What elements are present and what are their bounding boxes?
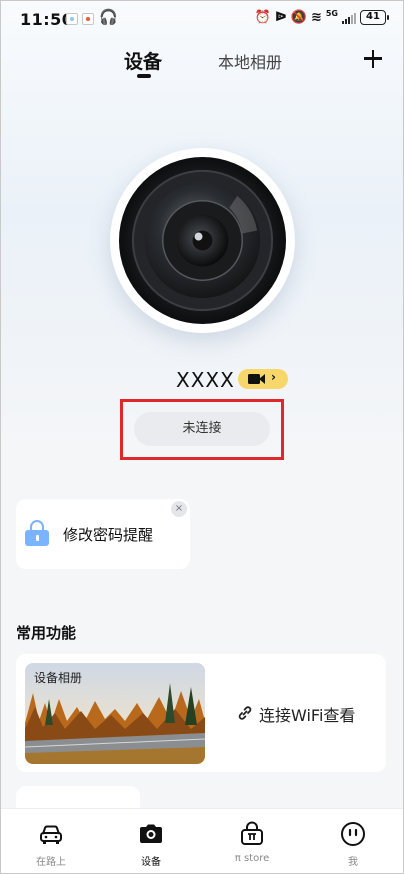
notification-icon — [82, 13, 94, 25]
headphone-icon: 🎧 — [99, 8, 118, 26]
store-bag-icon — [241, 821, 263, 845]
car-icon — [40, 825, 62, 844]
device-album-label: 设备相册 — [34, 671, 83, 685]
camera-icon — [140, 824, 162, 843]
status-icons: ⏰ ᐉ 🔕 ≋ 5G 41 — [254, 9, 389, 25]
nav-item-me[interactable]: 我 — [318, 809, 388, 874]
link-icon — [238, 706, 252, 720]
wifi-icon: ≋ — [310, 10, 322, 25]
device-album-thumbnail[interactable]: 设备相册 — [25, 663, 205, 764]
close-icon[interactable]: × — [171, 501, 187, 517]
camera-lens-icon — [118, 156, 287, 325]
device-name: XXXX — [176, 368, 235, 392]
nav-label: 我 — [348, 857, 358, 868]
signal-icon — [342, 12, 356, 24]
nav-label: 设备 — [141, 857, 161, 868]
plus-icon[interactable] — [360, 46, 386, 72]
mute-icon: 🔕 — [290, 10, 307, 25]
nav-item-device[interactable]: 设备 — [116, 809, 186, 874]
recording-badge[interactable]: › — [238, 369, 288, 389]
status-bar: 11:50 🎧 ⏰ ᐉ 🔕 ≋ 5G 41 — [0, 0, 404, 40]
notification-icon — [66, 13, 78, 25]
password-reminder-card[interactable]: 修改密码提醒 — [16, 499, 190, 569]
lock-icon — [25, 520, 49, 546]
tab-device[interactable]: 设备 — [124, 47, 162, 74]
chevron-right-icon: › — [271, 370, 276, 384]
camera-image[interactable] — [110, 148, 295, 333]
video-camera-lens-icon — [259, 374, 265, 384]
nav-label: 在路上 — [36, 857, 66, 868]
common-functions-card: 设备相册 连接WiFi查看 — [16, 654, 386, 772]
battery-icon: 41 — [360, 10, 389, 25]
nav-item-on-the-road[interactable]: 在路上 — [16, 809, 86, 874]
password-reminder-label: 修改密码提醒 — [63, 526, 154, 544]
connection-status-button[interactable]: 未连接 — [134, 412, 270, 446]
bottom-navigation: 在路上 设备 π store 我 — [0, 808, 404, 874]
bluetooth-icon: ᐉ — [275, 10, 287, 25]
connect-wifi-button[interactable]: 连接WiFi查看 — [259, 702, 355, 726]
profile-face-icon — [341, 822, 365, 846]
nav-item-store[interactable]: π store — [217, 809, 287, 874]
alarm-icon: ⏰ — [254, 10, 271, 25]
nav-label: π store — [234, 853, 270, 864]
section-title: 常用功能 — [16, 624, 77, 642]
tab-active-indicator — [137, 74, 151, 78]
network-type: 5G — [325, 9, 338, 18]
tab-local-album[interactable]: 本地相册 — [218, 49, 282, 73]
